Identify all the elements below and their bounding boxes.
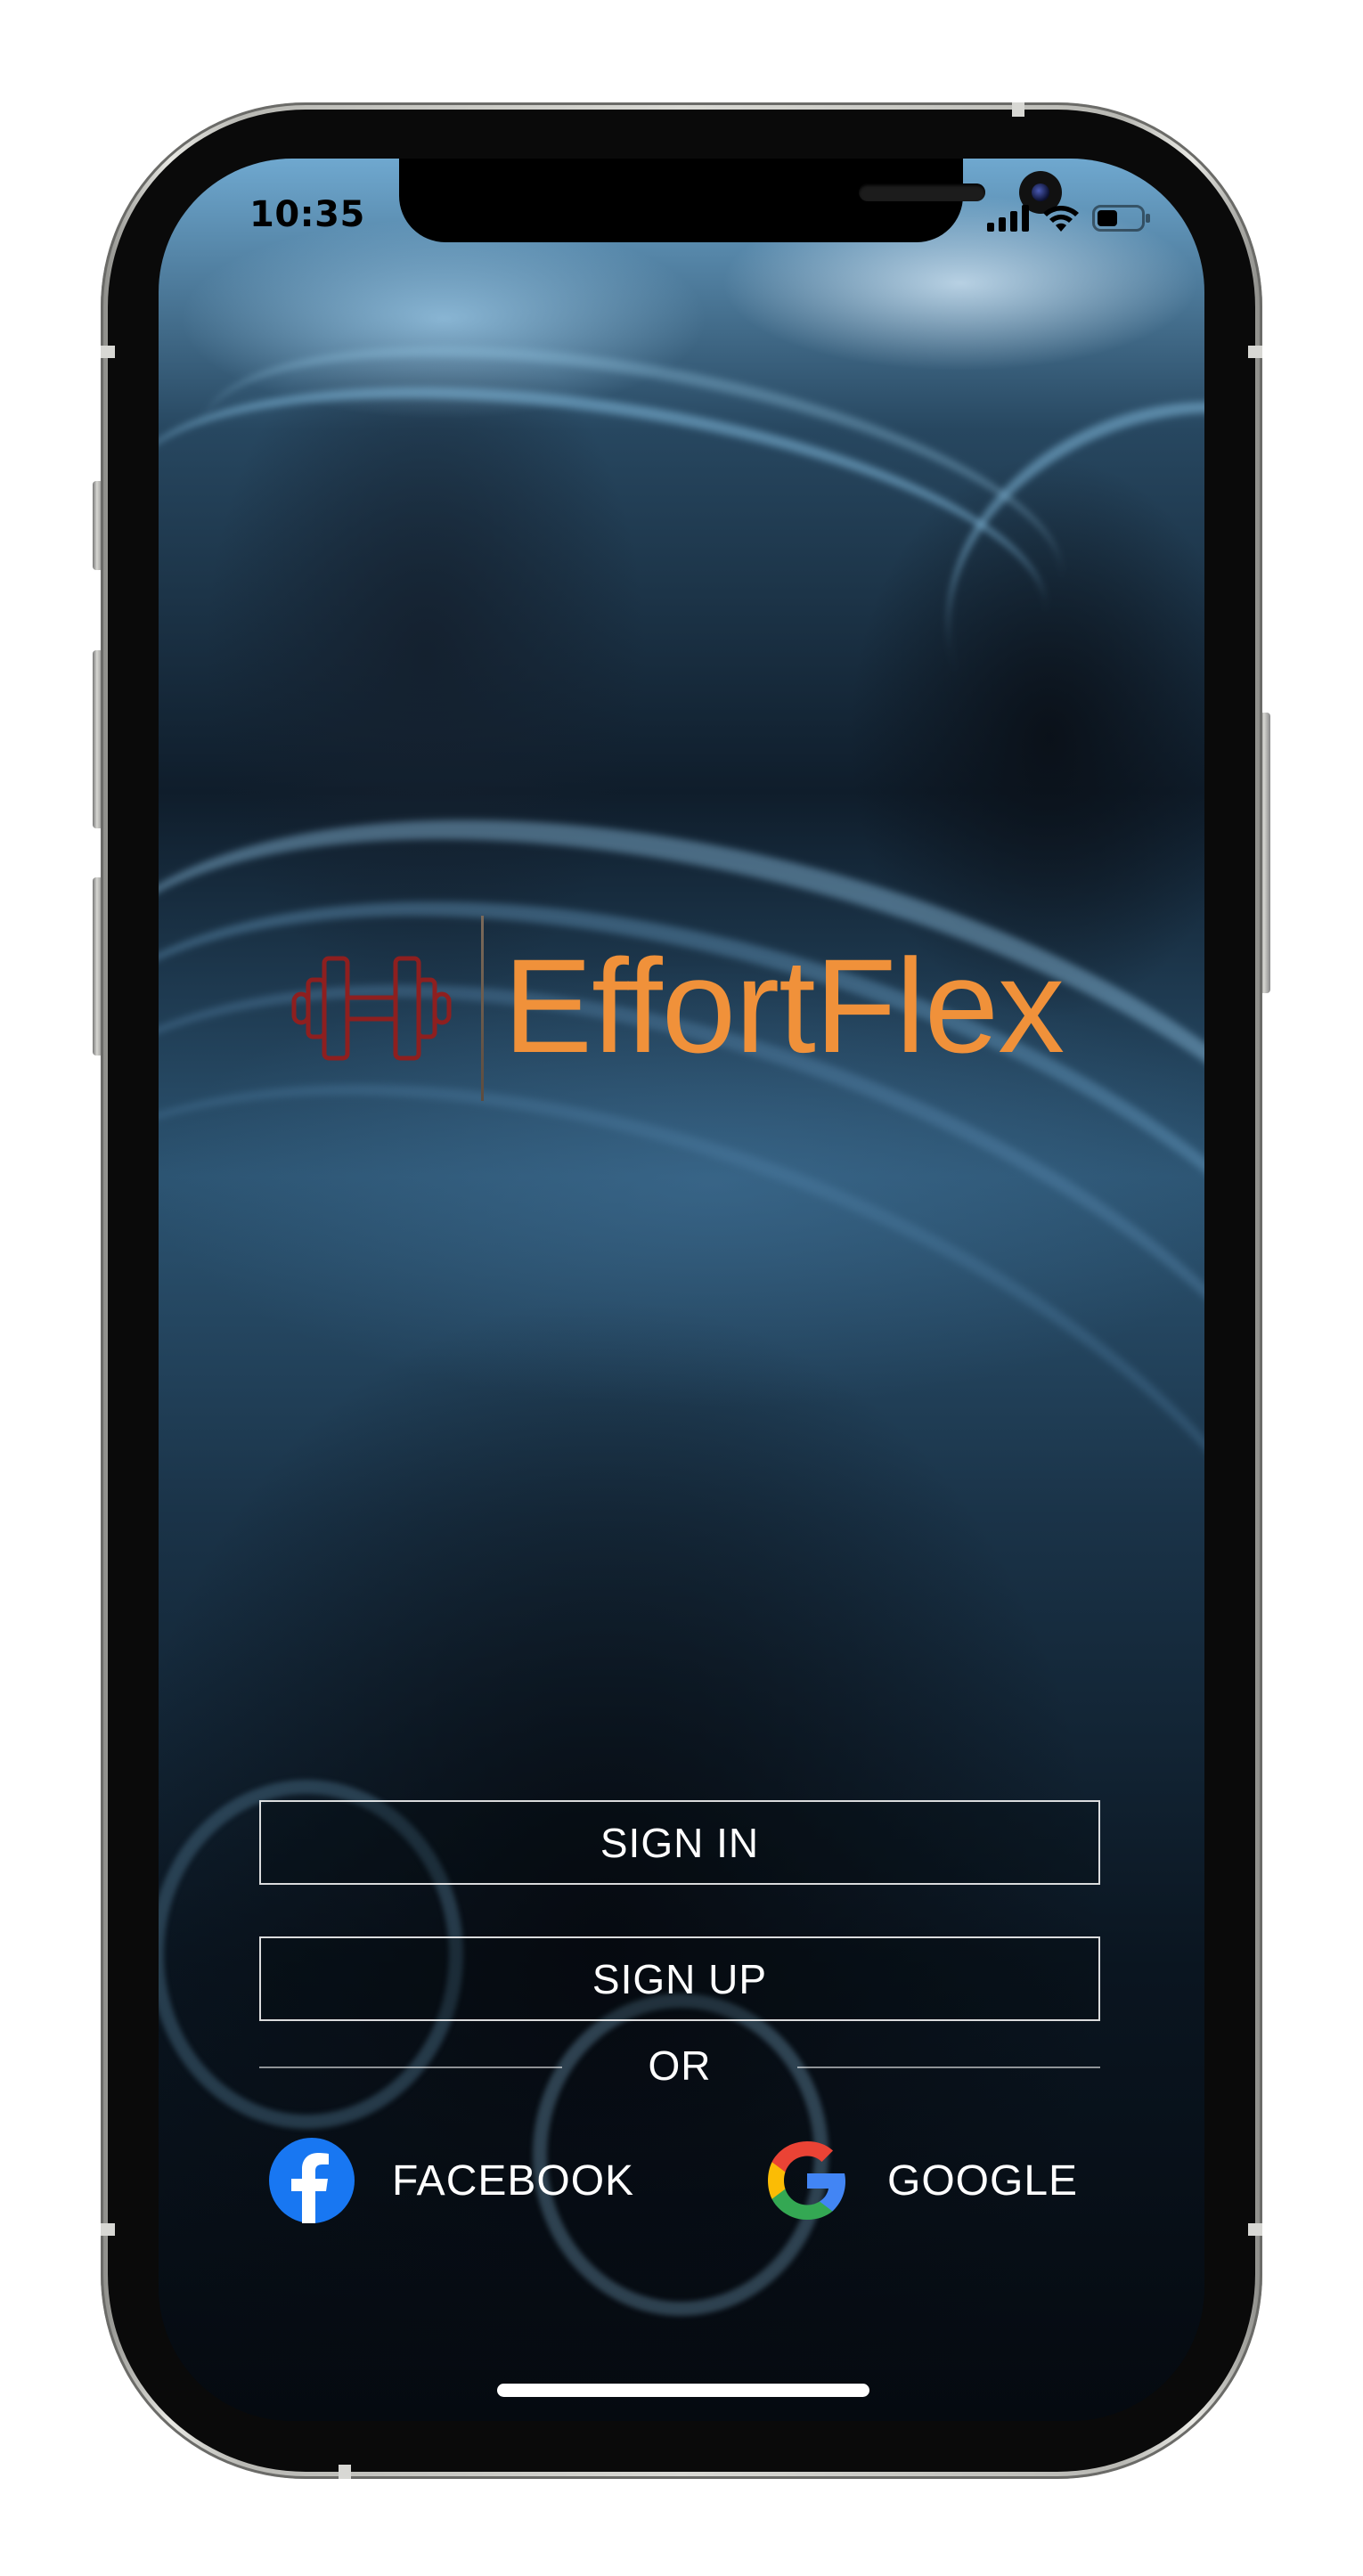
google-icon: [768, 2141, 845, 2220]
dumbbell-icon: [291, 956, 452, 1061]
earpiece-speaker: [859, 183, 985, 201]
antenna-band: [101, 346, 115, 358]
antenna-band: [1248, 2223, 1262, 2236]
app-name: EffortFlex: [503, 931, 1065, 1080]
or-label: OR: [648, 2042, 712, 2089]
status-icons: [987, 205, 1151, 232]
facebook-login-button[interactable]: FACEBOOK: [269, 2138, 634, 2223]
antenna-band: [1248, 346, 1262, 358]
app-screen: 10:35 EffortFlex SIGN IN SIGN UP OR FACE…: [159, 159, 1204, 2421]
google-label: GOOGLE: [887, 2156, 1079, 2205]
sign-up-button[interactable]: SIGN UP: [259, 1936, 1100, 2021]
antenna-band: [339, 2465, 351, 2479]
logo-divider: [481, 916, 484, 1101]
divider-line-right: [797, 2067, 1100, 2068]
home-indicator[interactable]: [497, 2384, 869, 2397]
status-time: 10:35: [249, 194, 365, 235]
google-login-button[interactable]: GOOGLE: [764, 2138, 1078, 2223]
notch: [399, 159, 1062, 242]
phone-mockup: 10:35 EffortFlex SIGN IN SIGN UP OR FACE…: [0, 0, 1363, 2576]
facebook-label: FACEBOOK: [392, 2156, 635, 2205]
battery-icon: [1092, 205, 1150, 232]
antenna-band: [101, 2223, 115, 2236]
facebook-icon: [269, 2138, 355, 2223]
sign-in-button[interactable]: SIGN IN: [259, 1800, 1100, 1885]
cellular-signal-icon: [987, 205, 1029, 232]
or-divider: OR: [259, 2038, 1100, 2091]
wifi-icon: [1043, 206, 1079, 232]
app-logo: EffortFlex: [285, 914, 1065, 1103]
antenna-band: [1012, 102, 1024, 117]
